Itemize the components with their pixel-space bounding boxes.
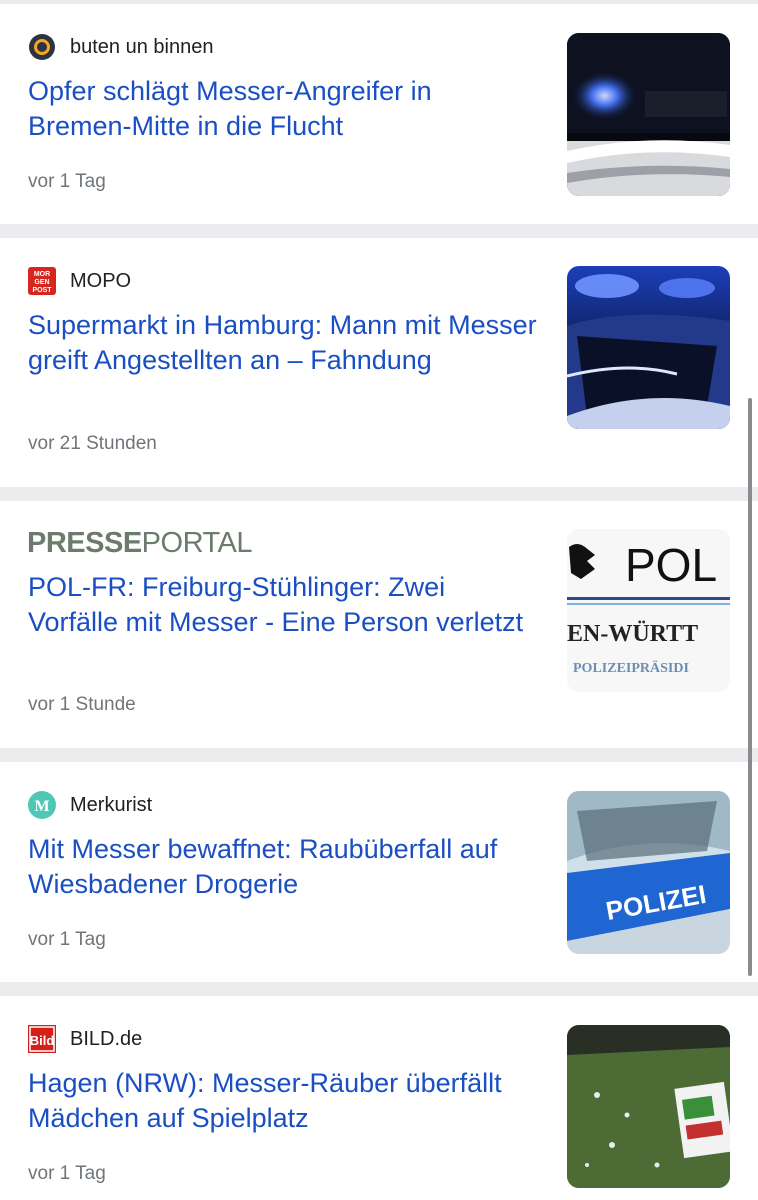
svg-text:Bild: Bild [30,1033,55,1048]
buten-un-binnen-logo-icon [28,33,56,61]
svg-text:EN-WÜRTT: EN-WÜRTT [567,621,698,647]
article-thumbnail[interactable]: POLIZEI [567,791,730,954]
svg-text:POLIZEIPRÄSIDI: POLIZEIPRÄSIDI [573,660,689,676]
article-card[interactable]: PRESSE PORTAL POL-FR: Freiburg-Stühlinger… [0,501,758,748]
source-row: M Merkurist [28,791,152,819]
article-card[interactable]: buten un binnen Opfer schlägt Messer-Ang… [0,4,758,224]
source-name[interactable]: buten un binnen [70,36,213,59]
article-card[interactable]: Bild BILD.de Hagen (NRW): Messer-Räuber … [0,996,758,1200]
article-thumbnail[interactable]: POL EN-WÜRTT POLIZEIPRÄSIDI [567,529,730,692]
article-age: vor 1 Tag [28,171,106,192]
source-name[interactable]: BILD.de [70,1028,142,1051]
article-age: vor 21 Stunden [28,433,157,454]
scrollbar[interactable] [748,398,752,976]
presseportal-logo-presse: PRESSE [27,527,142,559]
article-thumbnail[interactable] [567,266,730,429]
article-age: vor 1 Tag [28,929,106,950]
article-headline[interactable]: Opfer schlägt Messer-Angreifer in Bremen… [28,74,538,144]
article-thumbnail[interactable] [567,33,730,196]
article-headline[interactable]: Mit Messer bewaffnet: Raubüberfall auf W… [28,832,538,902]
article-age: vor 1 Tag [28,1163,106,1184]
article-headline[interactable]: Hagen (NRW): Messer-Räuber überfällt Mäd… [28,1066,538,1136]
presseportal-logo[interactable]: PRESSE PORTAL [27,527,253,560]
svg-text:GEN: GEN [34,279,49,286]
svg-text:POST: POST [32,287,52,294]
svg-text:POL: POL [625,539,717,591]
source-row: MOR GEN POST MOPO [28,267,131,295]
article-card[interactable]: M Merkurist Mit Messer bewaffnet: Raubüb… [0,762,758,982]
svg-text:MOR: MOR [34,271,50,278]
article-card[interactable]: MOR GEN POST MOPO Supermarkt in Hamburg:… [0,238,758,487]
source-row: buten un binnen [28,33,213,61]
mopo-logo-icon: MOR GEN POST [28,267,56,295]
article-age: vor 1 Stunde [28,694,136,715]
article-headline[interactable]: Supermarkt in Hamburg: Mann mit Messer g… [28,308,538,378]
article-headline[interactable]: POL-FR: Freiburg-Stühlinger: Zwei Vorfäl… [28,570,538,640]
presseportal-logo-portal: PORTAL [141,527,253,559]
source-name[interactable]: MOPO [70,270,131,293]
svg-text:M: M [34,798,49,815]
bild-logo-icon: Bild [28,1025,56,1053]
source-row: Bild BILD.de [28,1025,142,1053]
merkurist-logo-icon: M [28,791,56,819]
source-name[interactable]: Merkurist [70,794,152,817]
article-thumbnail[interactable] [567,1025,730,1188]
police-badge-icon: POL EN-WÜRTT POLIZEIPRÄSIDI [567,529,730,692]
